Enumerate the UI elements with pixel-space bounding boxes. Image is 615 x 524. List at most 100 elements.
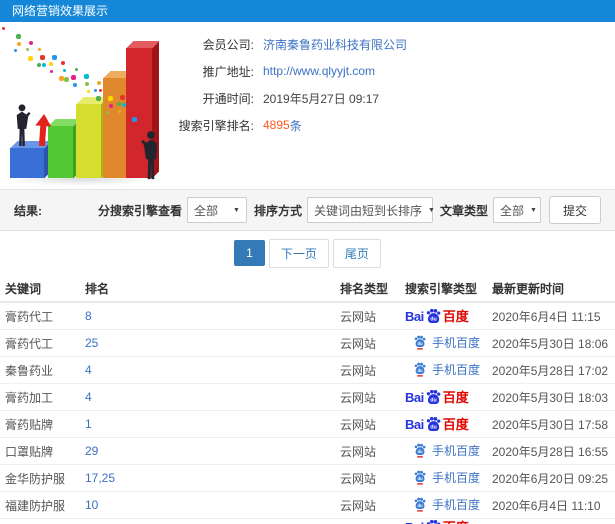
- summary-section: 会员公司: 济南秦鲁药业科技有限公司 推广地址: http://www.qlyy…: [0, 22, 615, 189]
- rank-link[interactable]: 17,25: [85, 471, 340, 485]
- filter-select[interactable]: 全部 ▼: [186, 197, 247, 223]
- updated-time-cell: 2020年5月30日 18:03: [492, 390, 609, 405]
- filter-label: 排序方式: [253, 203, 302, 218]
- confetti-dot: [26, 48, 30, 52]
- column-header: 最新更新时间: [492, 281, 565, 296]
- page-button[interactable]: 尾页: [332, 238, 381, 268]
- baidu-mobile-paw-icon: du: [414, 443, 426, 457]
- baidu-mobile-underline: [417, 455, 423, 457]
- baidu-logo-cn: 百度: [442, 389, 469, 405]
- baidu-du-text: du: [417, 367, 423, 372]
- bar-blue: [10, 141, 51, 178]
- filter-label: 分搜索引擎查看: [97, 203, 182, 218]
- confetti-dot: [39, 55, 45, 61]
- column-header: 排名: [85, 281, 110, 296]
- red-up-arrow: [33, 113, 53, 147]
- table-row: 福建防护服 10 云网站 du 手机百度 2020年6月4日 11:10: [0, 492, 615, 519]
- info-row: 开通时间: 2019年5月27日 09:17: [172, 90, 407, 106]
- baidu-mobile-logo: du 手机百度: [413, 469, 480, 486]
- filter-select[interactable]: 关键词由短到长排序 ▼: [306, 197, 435, 223]
- page-button[interactable]: 下一页: [268, 238, 329, 268]
- confetti-dot: [17, 42, 22, 47]
- submit-button[interactable]: 提交: [548, 196, 601, 224]
- updated-time-cell: 2020年5月30日 18:06: [492, 336, 609, 351]
- baidu-mobile-logo: du 手机百度: [413, 442, 480, 459]
- keyword-cell: 金华防护服: [5, 471, 66, 486]
- info-value[interactable]: 济南秦鲁药业科技有限公司: [263, 36, 407, 53]
- info-row: 会员公司: 济南秦鲁药业科技有限公司: [172, 36, 407, 52]
- updated-time-cell: 2020年5月30日 17:58: [492, 417, 609, 432]
- info-value[interactable]: http://www.qlyyjt.com: [263, 64, 375, 78]
- rank-link[interactable]: 1: [85, 417, 340, 431]
- info-label: 推广地址:: [202, 64, 254, 79]
- info-value: 2019年5月27日 09:17: [263, 91, 380, 106]
- filter-select[interactable]: 全部 ▼: [492, 197, 541, 223]
- baidu-mobile-label: 手机百度: [432, 443, 481, 458]
- baidu-mobile-paw-icon: du: [414, 362, 426, 376]
- engine-cell: du 手机百度: [405, 334, 492, 353]
- baidu-pc-logo: Bai du 百度: [405, 389, 469, 406]
- confetti-dot: [85, 82, 90, 87]
- company-info-panel: 会员公司: 济南秦鲁药业科技有限公司 推广地址: http://www.qlyy…: [172, 22, 407, 189]
- filter-label: 文章类型: [439, 203, 488, 218]
- baidu-mobile-underline: [417, 347, 423, 349]
- table-header-row: 关键词 排名 排名类型 搜索引擎类型 最新更新时间: [0, 275, 615, 303]
- results-label: 结果:: [14, 203, 42, 218]
- table-row: 膏药加工 4 云网站 Bai du 百度 2020年5月30日 18:03: [0, 384, 615, 411]
- page-button[interactable]: 1: [234, 240, 265, 266]
- baidu-logo-latin: Bai: [405, 308, 424, 324]
- rank-link[interactable]: 25: [85, 336, 340, 350]
- baidu-paw-icon: du: [426, 308, 441, 323]
- results-filter-bar: 结果: 分搜索引擎查看 全部 ▼ 排序方式 关键词由短到长排序 ▼ 文章类型 全…: [0, 189, 615, 231]
- table-body: 膏药代工 8 云网站 Bai du 百度 2020年6月4日 11:15 膏药代…: [0, 303, 615, 524]
- confetti-dot: [98, 89, 102, 93]
- column-header: 排名类型: [340, 281, 389, 296]
- chevron-down-icon: ▼: [530, 206, 537, 214]
- baidu-mobile-label: 手机百度: [432, 497, 481, 512]
- filter-controls: 分搜索引擎查看 全部 ▼ 排序方式 关键词由短到长排序 ▼ 文章类型 全部 ▼ …: [91, 196, 601, 224]
- baidu-mobile-label: 手机百度: [432, 362, 481, 377]
- confetti-dot: [2, 27, 5, 30]
- rank-type-cell: 云网站: [340, 498, 377, 513]
- rank-link[interactable]: 4: [85, 363, 340, 377]
- confetti-dot: [132, 117, 137, 122]
- confetti-dot: [60, 60, 65, 65]
- rank-type-cell: 云网站: [340, 444, 377, 459]
- column-header: 关键词: [5, 281, 42, 296]
- businessman-thinking: [140, 130, 162, 182]
- table-row: 膏药代工 25 云网站 du 手机百度 2020年5月30日 18:06: [0, 330, 615, 357]
- confetti-dot: [50, 69, 54, 73]
- baidu-mobile-paw-icon: du: [414, 497, 426, 511]
- baidu-mobile-underline: [417, 374, 423, 376]
- baidu-pc-logo: Bai du 百度: [405, 308, 469, 325]
- confetti-dot: [52, 54, 58, 60]
- confetti-dot: [59, 75, 65, 81]
- rank-link[interactable]: 10: [85, 498, 340, 512]
- confetti-dot: [95, 96, 101, 102]
- confetti-dot: [116, 101, 121, 106]
- info-label: 搜索引擎排名:: [178, 118, 254, 133]
- engine-cell: du 手机百度: [405, 361, 492, 380]
- rank-link[interactable]: 29: [85, 444, 340, 458]
- baidu-du-text: du: [417, 502, 423, 507]
- confetti-dot: [97, 81, 102, 86]
- pagination: 1 下一页 尾页: [0, 231, 615, 275]
- rank-type-cell: 云网站: [340, 471, 377, 486]
- keyword-cell: 福建防护服: [5, 498, 66, 513]
- keyword-cell: 膏药加工: [5, 390, 54, 405]
- rank-link[interactable]: 4: [85, 390, 340, 404]
- info-value: 4895: [263, 118, 290, 132]
- rank-type-cell: 云网站: [340, 417, 377, 432]
- growth-bar-chart-illustration: [2, 27, 172, 188]
- keyword-cell: 膏药代工: [5, 336, 54, 351]
- baidu-mobile-logo: du 手机百度: [413, 334, 480, 351]
- rank-link[interactable]: 8: [85, 309, 340, 323]
- businessman-on-bar: [12, 104, 32, 148]
- baidu-du-text: du: [430, 397, 437, 403]
- baidu-mobile-logo: du 手机百度: [413, 361, 480, 378]
- keyword-cell: 口罩贴牌: [5, 444, 54, 459]
- table-row: 膏药代工 8 云网站 Bai du 百度 2020年6月4日 11:15: [0, 303, 615, 330]
- confetti-dot: [62, 68, 66, 72]
- baidu-du-text: du: [417, 448, 423, 453]
- confetti-dot: [83, 74, 89, 80]
